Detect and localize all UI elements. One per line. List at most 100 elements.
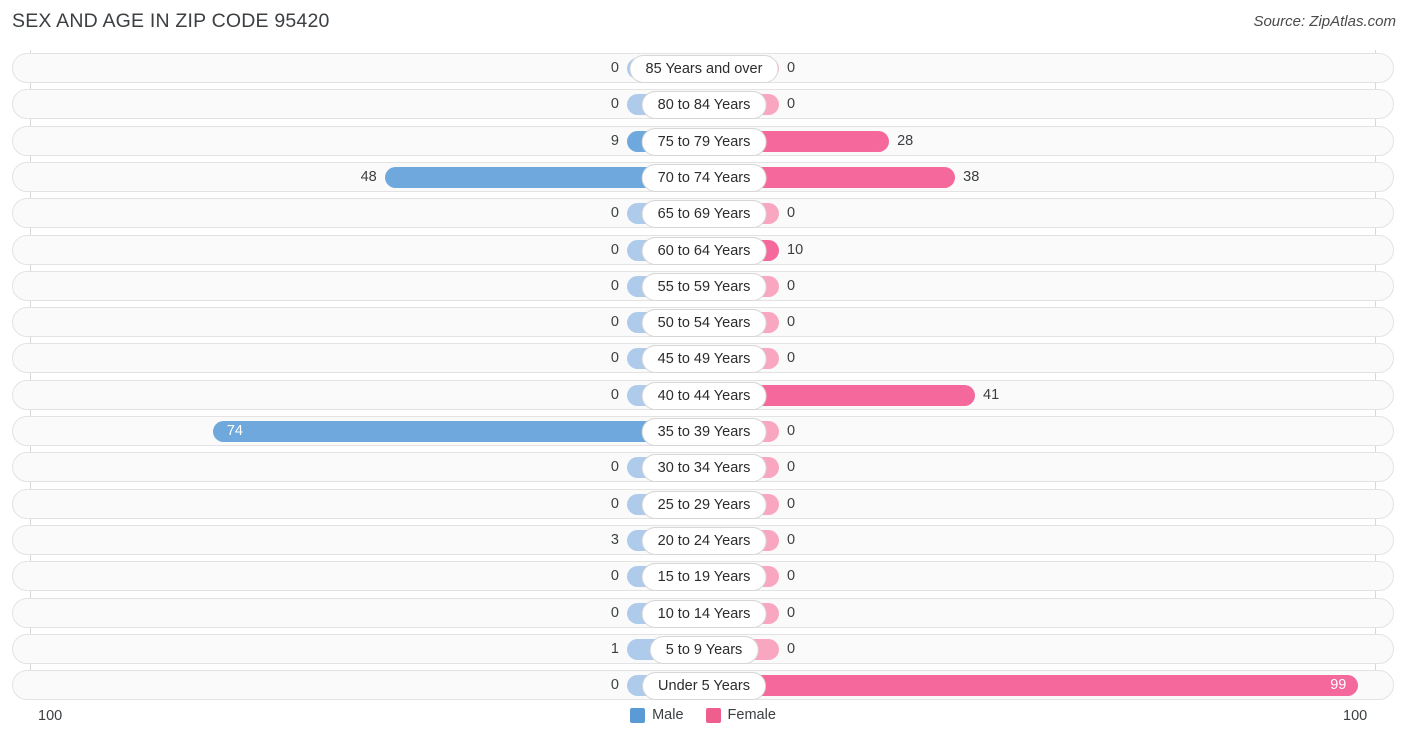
age-band-row-inner: 0 0 55 to 59 Years xyxy=(13,272,1393,301)
female-value-label: 10 xyxy=(787,241,804,258)
male-value-label: 0 xyxy=(610,314,619,331)
age-band-row[interactable]: 0 41 40 to 44 Years xyxy=(12,379,1394,410)
female-value-label: 0 xyxy=(787,531,796,548)
age-band-row-inner: 0 0 10 to 14 Years xyxy=(13,599,1393,628)
age-band-row-inner: 0 41 40 to 44 Years xyxy=(13,381,1393,410)
age-band-label: 85 Years and over xyxy=(629,55,779,83)
female-value-label: 0 xyxy=(787,459,796,476)
chart-page: SEX AND AGE IN ZIP CODE 95420 Source: Zi… xyxy=(0,0,1406,741)
male-value-label: 0 xyxy=(610,495,619,512)
male-value-label: 0 xyxy=(610,205,619,222)
age-band-row[interactable]: 0 0 55 to 59 Years xyxy=(12,270,1394,301)
female-value-label: 0 xyxy=(787,350,796,367)
chart-legend: Male Female xyxy=(0,707,1406,723)
male-value-label: 9 xyxy=(610,132,619,149)
age-band-label: 55 to 59 Years xyxy=(641,272,767,301)
age-band-row[interactable]: 0 0 50 to 54 Years xyxy=(12,307,1394,338)
age-band-row-inner: 9 28 75 to 79 Years xyxy=(13,127,1393,156)
age-band-row-inner: 0 0 85 Years and over xyxy=(13,54,1393,83)
age-band-label: 20 to 24 Years xyxy=(641,526,767,555)
age-band-label: 60 to 64 Years xyxy=(641,236,767,265)
age-band-row[interactable]: 1 0 5 to 9 Years xyxy=(12,633,1394,664)
female-value-label: 0 xyxy=(787,96,796,113)
age-band-row-inner: 48 38 70 to 74 Years xyxy=(13,163,1393,192)
age-band-label: 50 to 54 Years xyxy=(641,309,767,338)
age-band-row-inner: 0 0 45 to 49 Years xyxy=(13,344,1393,374)
age-band-row[interactable]: 0 0 25 to 29 Years xyxy=(12,488,1394,519)
age-band-row[interactable]: 0 0 85 Years and over xyxy=(12,53,1394,83)
legend-item-male[interactable]: Male xyxy=(630,707,684,723)
age-band-row-inner: 0 0 15 to 19 Years xyxy=(13,562,1393,592)
legend-item-female[interactable]: Female xyxy=(705,707,776,723)
male-value-label: 0 xyxy=(610,568,619,585)
male-bar[interactable] xyxy=(212,421,702,442)
age-band-row-inner: 0 0 25 to 29 Years xyxy=(13,490,1393,519)
age-band-label: 5 to 9 Years xyxy=(649,635,759,664)
age-band-row-inner: 3 0 20 to 24 Years xyxy=(13,526,1393,555)
male-value-label: 0 xyxy=(610,459,619,476)
age-band-row[interactable]: 0 10 60 to 64 Years xyxy=(12,234,1394,265)
source-attribution: Source: ZipAtlas.com xyxy=(1253,13,1396,30)
age-band-row[interactable]: 0 0 15 to 19 Years xyxy=(12,561,1394,592)
legend-label-male: Male xyxy=(652,707,684,723)
male-value-label: 0 xyxy=(610,96,619,113)
age-band-row[interactable]: 3 0 20 to 24 Years xyxy=(12,524,1394,555)
female-value-label: 99 xyxy=(1330,677,1347,694)
male-value-label: 0 xyxy=(610,677,619,694)
age-band-row-inner: 0 0 65 to 69 Years xyxy=(13,199,1393,229)
age-band-row[interactable]: 0 0 10 to 14 Years xyxy=(12,597,1394,628)
male-value-label: 0 xyxy=(610,60,619,76)
age-band-label: 35 to 39 Years xyxy=(641,418,767,446)
age-band-label: 10 to 14 Years xyxy=(641,599,767,628)
legend-label-female: Female xyxy=(727,707,776,723)
female-value-label: 38 xyxy=(963,168,980,185)
age-band-row-inner: 0 99 Under 5 Years xyxy=(13,671,1393,701)
age-band-row[interactable]: 0 99 Under 5 Years xyxy=(12,670,1394,701)
age-band-row[interactable]: 0 0 65 to 69 Years xyxy=(12,198,1394,229)
male-value-label: 74 xyxy=(226,423,243,439)
female-value-label: 0 xyxy=(787,495,796,512)
age-band-row[interactable]: 0 0 30 to 34 Years xyxy=(12,452,1394,483)
female-value-label: 0 xyxy=(787,604,796,621)
age-band-row-inner: 1 0 5 to 9 Years xyxy=(13,635,1393,664)
female-bar[interactable] xyxy=(704,675,1359,697)
female-value-label: 0 xyxy=(787,568,796,585)
page-title: SEX AND AGE IN ZIP CODE 95420 xyxy=(12,10,330,32)
age-band-row-inner: 0 0 50 to 54 Years xyxy=(13,308,1393,338)
age-band-label: 45 to 49 Years xyxy=(641,345,767,374)
female-value-label: 0 xyxy=(787,314,796,331)
age-band-row-inner: 0 10 60 to 64 Years xyxy=(13,236,1393,265)
female-value-label: 0 xyxy=(787,423,796,439)
age-band-label: 65 to 69 Years xyxy=(641,200,767,229)
age-band-row[interactable]: 48 38 70 to 74 Years xyxy=(12,161,1394,192)
female-value-label: 0 xyxy=(787,205,796,222)
age-band-row-inner: 0 0 80 to 84 Years xyxy=(13,90,1393,120)
age-band-row[interactable]: 0 0 45 to 49 Years xyxy=(12,343,1394,374)
male-value-label: 0 xyxy=(610,604,619,621)
legend-swatch-male-icon xyxy=(630,707,646,723)
age-band-label: 15 to 19 Years xyxy=(641,563,767,592)
age-band-label: 30 to 34 Years xyxy=(641,454,767,483)
female-value-label: 28 xyxy=(897,132,914,149)
age-band-row[interactable]: 0 0 80 to 84 Years xyxy=(12,89,1394,120)
age-band-row[interactable]: 74 0 35 to 39 Years xyxy=(12,416,1394,446)
age-band-label: Under 5 Years xyxy=(642,672,766,701)
age-band-label: 70 to 74 Years xyxy=(641,163,767,192)
chart-header: SEX AND AGE IN ZIP CODE 95420 Source: Zi… xyxy=(0,0,1406,46)
female-value-label: 0 xyxy=(787,60,796,76)
male-value-label: 0 xyxy=(610,241,619,258)
male-value-label: 3 xyxy=(610,531,619,548)
male-value-label: 0 xyxy=(610,386,619,403)
age-band-label: 40 to 44 Years xyxy=(641,381,767,410)
female-value-label: 41 xyxy=(983,386,1000,403)
age-band-label: 25 to 29 Years xyxy=(641,490,767,519)
female-value-label: 0 xyxy=(787,640,796,657)
age-band-row-inner: 0 0 30 to 34 Years xyxy=(13,453,1393,483)
male-value-label: 48 xyxy=(360,168,377,185)
chart-footer: 100 100 Male Female xyxy=(0,701,1406,741)
male-value-label: 1 xyxy=(610,640,619,657)
legend-swatch-female-icon xyxy=(705,707,721,723)
age-band-label: 75 to 79 Years xyxy=(641,127,767,156)
age-band-label: 80 to 84 Years xyxy=(641,91,767,120)
age-band-row[interactable]: 9 28 75 to 79 Years xyxy=(12,125,1394,156)
